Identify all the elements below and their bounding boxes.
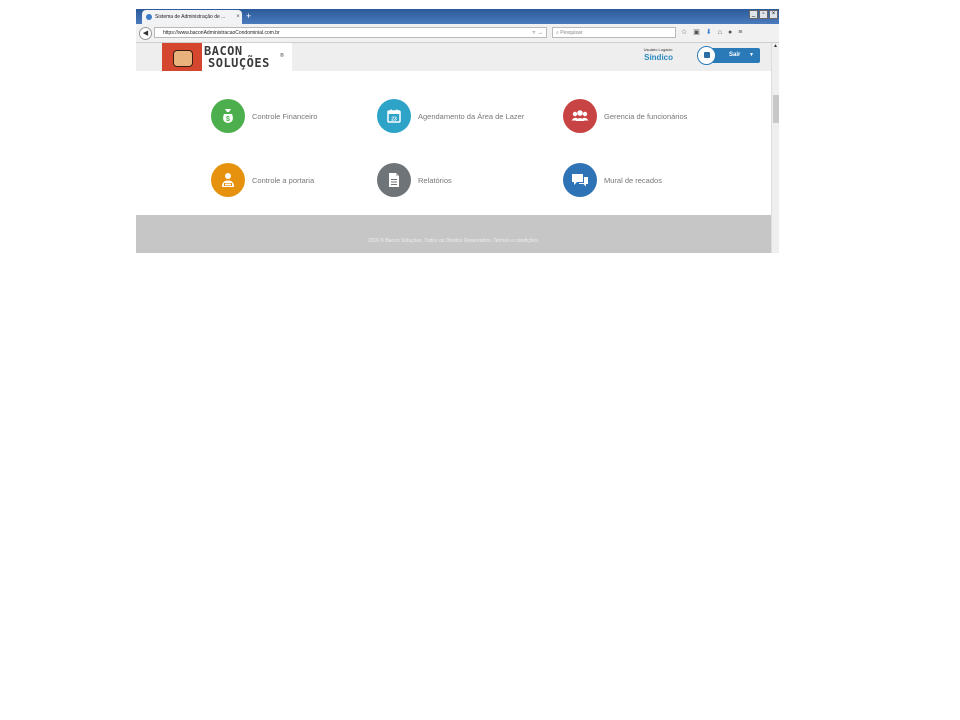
- menu-icon[interactable]: ≡: [738, 27, 742, 38]
- browser-window: Sistema de Administração de ... × + _ ▫ …: [136, 9, 779, 253]
- chat-icon: [572, 174, 588, 187]
- url-text: https://www.baconAdministracaoCondominia…: [163, 30, 280, 36]
- chat-bubble-icon[interactable]: ●: [728, 27, 732, 38]
- site-footer: 2016 © Bacon Soluções. Todos os Direitos…: [136, 215, 771, 253]
- menu-item-agendamento[interactable]: 23 Agendamento da Área de Lazer: [377, 99, 524, 133]
- menu-circle[interactable]: [211, 163, 245, 197]
- menu-label[interactable]: Agendamento da Área de Lazer: [418, 112, 524, 121]
- window-controls: _ ▫ ×: [749, 10, 778, 19]
- home-icon[interactable]: ⌂: [718, 27, 722, 38]
- logout-button[interactable]: Sair ▼: [711, 48, 760, 63]
- back-button[interactable]: ◀: [139, 27, 152, 40]
- logout-label: Sair: [729, 52, 741, 58]
- tab-bar: Sistema de Administração de ... × + _ ▫ …: [136, 9, 779, 24]
- menu-label[interactable]: Mural de recados: [604, 176, 662, 185]
- menu-circle[interactable]: [377, 163, 411, 197]
- download-icon[interactable]: ⬇: [706, 27, 712, 38]
- minimize-icon[interactable]: _: [749, 10, 758, 19]
- bookmark-star-icon[interactable]: ☆: [681, 27, 687, 38]
- menu-circle[interactable]: [563, 99, 597, 133]
- toolbar-icons: ☆ ▣ ⬇ ⌂ ● ≡: [681, 27, 742, 38]
- logout-control[interactable]: Sair ▼: [697, 46, 760, 65]
- search-input[interactable]: ⌕ Pesquisar: [552, 27, 676, 38]
- menu-label[interactable]: Controle Financeiro: [252, 112, 317, 121]
- menu-item-portaria[interactable]: Controle a portaria: [211, 163, 314, 197]
- menu-item-mural[interactable]: Mural de recados: [563, 163, 662, 197]
- menu-label[interactable]: Relatórios: [418, 176, 452, 185]
- close-window-icon[interactable]: ×: [769, 10, 778, 19]
- logged-user: Usuário Logado: Síndico: [616, 47, 673, 62]
- page-scrollbar[interactable]: ▲: [771, 43, 779, 253]
- menu-label[interactable]: Controle a portaria: [252, 176, 314, 185]
- menu-circle[interactable]: $: [211, 99, 245, 133]
- tab-title: Sistema de Administração de ...: [155, 14, 226, 20]
- clipboard-icon[interactable]: ▣: [693, 27, 700, 38]
- address-bar[interactable]: https://www.baconAdministracaoCondominia…: [154, 27, 547, 38]
- favicon-icon: [146, 14, 152, 20]
- logo-registered: ®: [280, 53, 284, 59]
- calendar-day: 23: [391, 117, 397, 123]
- users-icon: [571, 110, 589, 121]
- fist-logo-icon: [162, 43, 202, 71]
- new-tab-button[interactable]: +: [246, 10, 251, 22]
- money-bag-icon: $: [223, 109, 233, 123]
- svg-text:$: $: [226, 116, 230, 123]
- menu-item-funcionarios[interactable]: Gerencia de funcionários: [563, 99, 687, 133]
- bacon-logo[interactable]: BACON SOLUÇÕES ®: [162, 43, 292, 71]
- menu-circle[interactable]: [563, 163, 597, 197]
- scroll-thumb[interactable]: [773, 95, 779, 123]
- doorman-icon: [222, 173, 234, 187]
- browser-tab[interactable]: Sistema de Administração de ... ×: [142, 10, 242, 24]
- calendar-icon: 23: [387, 109, 401, 123]
- user-label: Usuário Logado:: [643, 47, 673, 52]
- menu-item-financeiro[interactable]: $ Controle Financeiro: [211, 99, 317, 133]
- menu-circle[interactable]: 23: [377, 99, 411, 133]
- tab-close-icon[interactable]: ×: [234, 14, 242, 20]
- site-header: BACON SOLUÇÕES ® Usuário Logado: Síndico…: [136, 43, 771, 71]
- menu-label[interactable]: Gerencia de funcionários: [604, 112, 687, 121]
- logo-text-line2: SOLUÇÕES: [208, 56, 270, 70]
- caret-down-icon[interactable]: ▼: [749, 48, 754, 63]
- scroll-up-icon[interactable]: ▲: [773, 43, 779, 49]
- go-arrow-icon[interactable]: ▿ →: [532, 28, 543, 37]
- navigation-bar: ◀ https://www.baconAdministracaoCondomin…: [136, 24, 779, 43]
- search-placeholder: Pesquisar: [560, 30, 583, 36]
- document-icon: [389, 173, 399, 187]
- footer-copyright: 2016 © Bacon Soluções. Todos os Direitos…: [367, 238, 540, 244]
- user-name: Síndico: [644, 53, 673, 62]
- menu-item-relatorios[interactable]: Relatórios: [377, 163, 452, 197]
- maximize-icon[interactable]: ▫: [759, 10, 768, 19]
- page-content: BACON SOLUÇÕES ® Usuário Logado: Síndico…: [136, 43, 771, 253]
- lock-icon: [697, 46, 716, 65]
- search-icon: ⌕: [556, 30, 559, 36]
